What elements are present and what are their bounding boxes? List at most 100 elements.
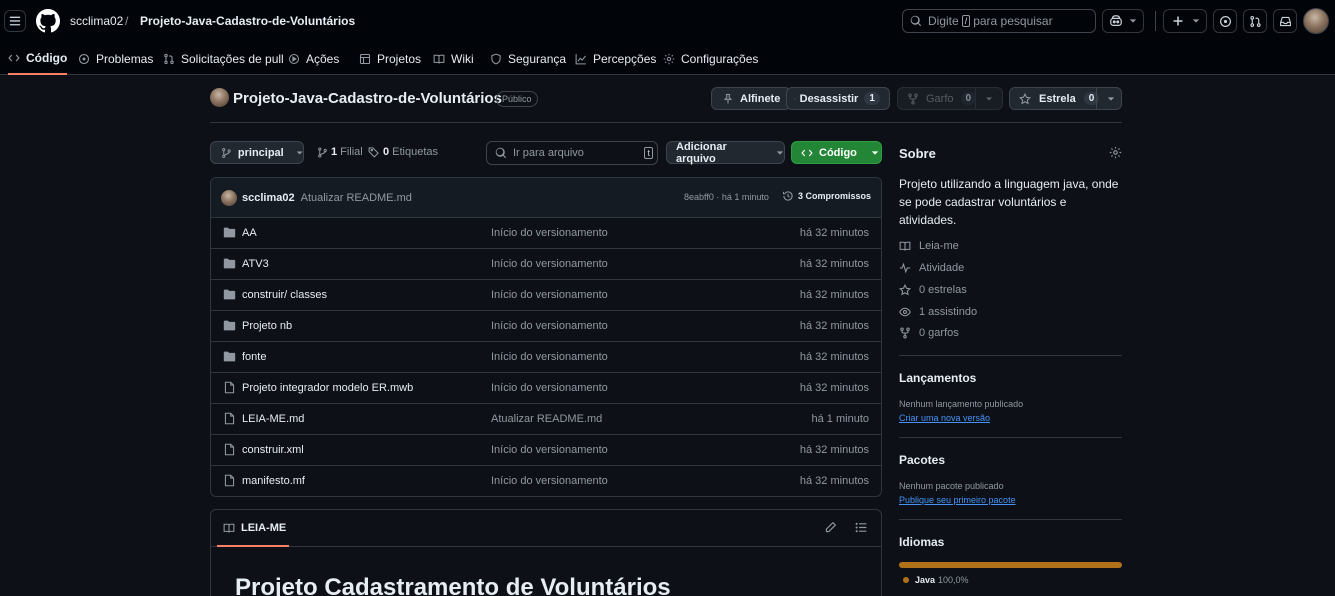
tab-security[interactable]: Segurança [490, 42, 566, 75]
search-icon [910, 15, 922, 27]
file-commit-message[interactable]: Início do versionamento [491, 475, 608, 487]
go-to-file-input[interactable]: Ir para arquivo t [486, 141, 658, 165]
inbox-button[interactable] [1273, 9, 1297, 33]
file-row[interactable]: construir/ classes Início do versionament… [211, 280, 881, 311]
file-name[interactable]: construir/ classes [242, 289, 327, 301]
file-row[interactable]: manifesto.mf Início do versionamento há 32… [211, 466, 881, 496]
about-stat-readme[interactable]: Leia-me [899, 240, 959, 252]
commit-message[interactable]: Atualizar README.md [301, 192, 412, 204]
pin-button[interactable]: Alfinete [711, 87, 791, 110]
star-split-divider [1096, 88, 1097, 109]
book-icon [223, 523, 235, 533]
readme-tab[interactable]: LEIA-ME [223, 522, 286, 534]
file-row[interactable]: AA Início do versionamento há 32 minutos [211, 218, 881, 249]
file-name[interactable]: AA [242, 227, 257, 239]
file-name[interactable]: ATV3 [242, 258, 269, 270]
file-commit-message[interactable]: Início do versionamento [491, 289, 608, 301]
tab-issues[interactable]: Problemas [78, 42, 153, 75]
tab-settings[interactable]: Configurações [663, 42, 758, 75]
sidebar-divider [899, 437, 1122, 438]
repo-link[interactable]: Projeto-Java-Cadastro-de-Voluntários [140, 14, 355, 28]
file-commit-message[interactable]: Início do versionamento [491, 382, 608, 394]
about-stat-stars[interactable]: 0 estrelas [899, 284, 967, 296]
file-row[interactable]: Projeto nb Início do versionamento há 32 m… [211, 311, 881, 342]
watch-button[interactable]: Desassistir 1 [786, 87, 890, 110]
tab-pull-requests[interactable]: Solicitações de pull [163, 42, 284, 75]
tab-insights[interactable]: Percepções [575, 42, 656, 75]
global-header: scclima02 / Projeto-Java-Cadastro-de-Vol… [0, 0, 1335, 75]
file-row[interactable]: construir.xml Início do versionamento há 3… [211, 435, 881, 466]
packages-title[interactable]: Pacotes [899, 453, 945, 467]
repo-title[interactable]: Projeto-Java-Cadastro-de-Voluntários [233, 90, 502, 107]
go-to-file-shortcut: t [644, 147, 653, 159]
fork-split-divider [975, 88, 976, 109]
language-percent: 100,0% [938, 575, 969, 585]
go-to-file-placeholder: Ir para arquivo [513, 147, 584, 159]
code-icon [8, 54, 20, 61]
file-commit-message[interactable]: Início do versionamento [491, 351, 608, 363]
file-commit-date: há 32 minutos [799, 289, 869, 301]
github-logo[interactable] [36, 9, 60, 33]
tab-projects[interactable]: Projetos [359, 42, 421, 75]
tab-wiki[interactable]: Wiki [433, 42, 474, 75]
commit-hash-time[interactable]: 8eabff0 · há 1 minuto [684, 192, 769, 202]
tab-pull-requests-label: Solicitações de pull [181, 51, 284, 66]
about-stat-activity[interactable]: Atividade [899, 262, 964, 274]
star-button[interactable]: Estrela 0 [1009, 87, 1122, 110]
tab-actions[interactable]: Ações [288, 42, 339, 75]
file-commit-message[interactable]: Atualizar README.md [491, 413, 602, 425]
about-settings-button[interactable] [1109, 146, 1122, 159]
watch-count: 1 [864, 92, 880, 105]
file-commit-message[interactable]: Início do versionamento [491, 227, 608, 239]
about-stat-watchers[interactable]: 1 assistindo [899, 306, 977, 318]
file-commit-message[interactable]: Início do versionamento [491, 320, 608, 332]
fork-button[interactable]: Garfo 0 [897, 87, 1003, 110]
pencil-icon [825, 521, 837, 533]
tags-link[interactable]: 0 Etiquetas [368, 146, 438, 158]
hamburger-menu-button[interactable] [4, 10, 26, 32]
code-button[interactable]: Código [791, 141, 882, 164]
chevron-down-icon [985, 97, 993, 101]
file-row[interactable]: LEIA-ME.md Atualizar README.md há 1 minuto [211, 404, 881, 435]
fork-icon [908, 93, 918, 104]
commits-history-link[interactable]: 3 Compromissos [782, 190, 871, 202]
file-name[interactable]: LEIA-ME.md [242, 413, 304, 425]
copilot-button[interactable] [1102, 9, 1144, 33]
owner-link[interactable]: scclima02 [70, 14, 123, 28]
add-file-button[interactable]: Adicionar arquivo [666, 141, 785, 165]
publish-package-link[interactable]: Publique seu primeiro pacote [899, 495, 1016, 505]
user-avatar[interactable] [1303, 8, 1329, 34]
file-name[interactable]: Projeto integrador modelo ER.mwb [242, 382, 413, 394]
releases-title[interactable]: Lançamentos [899, 371, 976, 385]
commit-author-avatar[interactable] [221, 189, 237, 206]
file-row[interactable]: ATV3 Início do versionamento há 32 minutos [211, 249, 881, 280]
readme-outline-button[interactable] [855, 521, 868, 534]
create-new-button[interactable] [1163, 9, 1207, 33]
file-name[interactable]: construir.xml [242, 444, 304, 456]
commit-author[interactable]: scclima02 [242, 192, 295, 204]
file-row[interactable]: Projeto integrador modelo ER.mwb Início d… [211, 373, 881, 404]
branches-link[interactable]: 1 Filial [317, 146, 363, 158]
file-commit-message[interactable]: Início do versionamento [491, 258, 608, 270]
eye-icon [899, 307, 911, 317]
pull-request-icon [164, 53, 174, 64]
edit-readme-button[interactable] [824, 521, 837, 534]
about-stat-forks[interactable]: 0 garfos [899, 327, 959, 339]
inbox-icon [1279, 16, 1291, 26]
file-row[interactable]: fonte Início do versionamento há 32 minuto… [211, 342, 881, 373]
file-name[interactable]: manifesto.mf [242, 475, 305, 487]
language-item-java[interactable]: Java 100,0% [903, 575, 969, 585]
issues-button[interactable] [1213, 9, 1237, 33]
tab-code[interactable]: Código [8, 42, 68, 75]
file-commit-message[interactable]: Início do versionamento [491, 444, 608, 456]
file-name[interactable]: Projeto nb [242, 320, 292, 332]
packages-empty-text: Nenhum pacote publicado [899, 481, 1004, 491]
chevron-down-icon [776, 150, 784, 155]
file-name[interactable]: fonte [242, 351, 266, 363]
pull-requests-button[interactable] [1243, 9, 1267, 33]
chevron-down-icon [1192, 19, 1200, 23]
branch-selector[interactable]: principal [210, 141, 304, 164]
owner-avatar[interactable] [210, 88, 229, 107]
global-search[interactable]: Digite / para pesquisar [902, 9, 1096, 33]
create-release-link[interactable]: Criar uma nova versão [899, 413, 990, 423]
